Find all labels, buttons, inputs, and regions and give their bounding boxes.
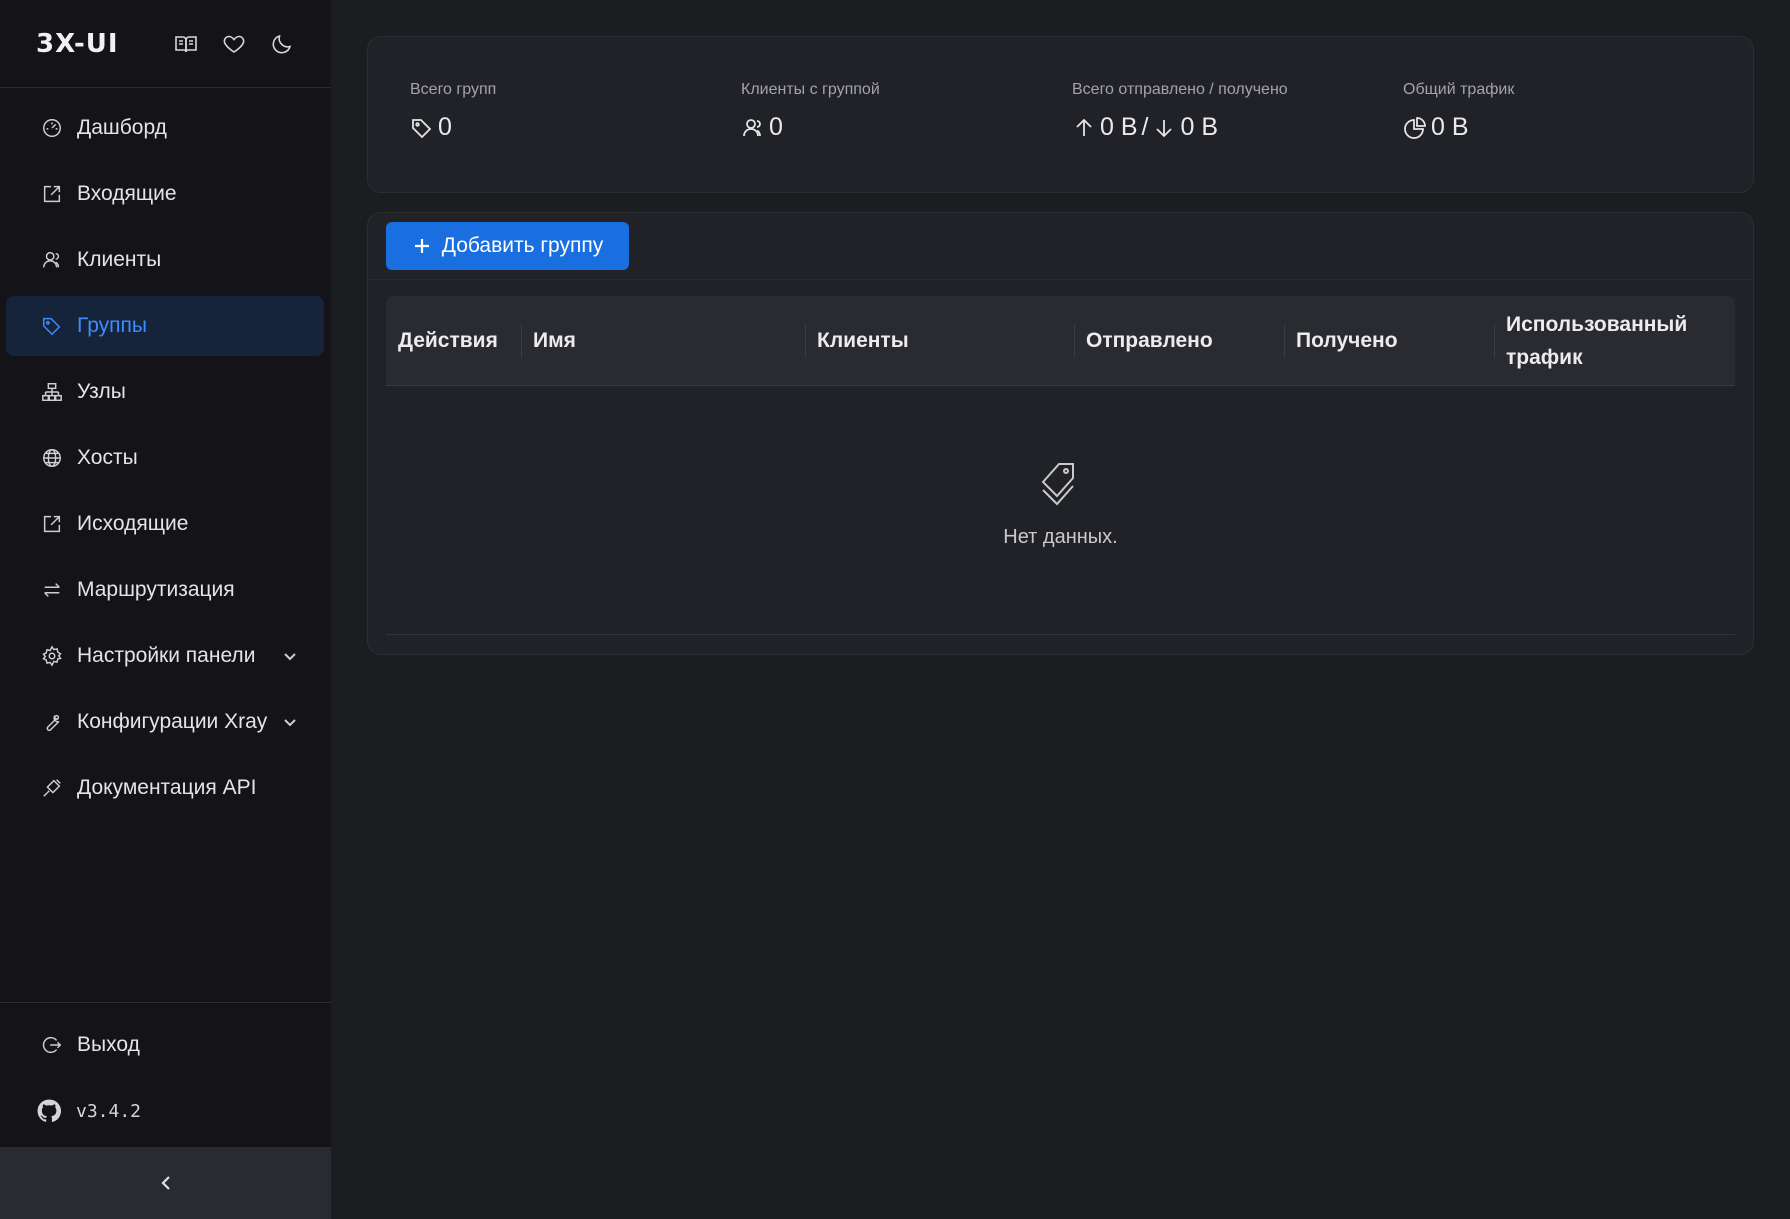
app-title: 3X-UI [36,28,119,59]
swap-icon [41,579,63,601]
tag-icon [41,315,63,337]
sidebar-item-xray-config[interactable]: Конфигурации Xray [6,692,324,752]
sidebar-item-hosts[interactable]: Хосты [6,428,324,488]
sidebar-item-inbounds[interactable]: Входящие [6,164,324,224]
stat-total-groups: Всего групп 0 [410,81,741,192]
sidebar-nav: Дашборд Входящие Клиенты Группы Узлы Хос… [0,88,331,1002]
sidebar-item-label: Маршрутизация [77,578,235,601]
stat-label: Клиенты с группой [741,81,880,98]
arrow-down-icon [1156,119,1173,137]
stat-value: 0 [438,113,452,141]
outbound-icon [41,513,63,535]
sidebar-item-label: Группы [77,314,147,337]
sidebar-item-api-docs[interactable]: Документация API [6,758,324,818]
chevron-down-icon[interactable] [282,646,298,662]
sidebar-item-label: Хосты [77,446,138,469]
sidebar-item-panel-settings[interactable]: Настройки панели [6,626,324,686]
stat-value-row: 0 [410,113,741,142]
users-icon [41,249,63,271]
stat-value-row: 0 [741,113,1072,142]
empty-state: Нет данных. [386,386,1735,635]
sidebar-item-dashboard[interactable]: Дашборд [6,98,324,158]
groups-table: Действия Имя Клиенты Отправлено Получено… [386,296,1735,635]
app: 3X-UI Дашборд Входящие Клиенты Группы Уз… [0,0,1790,1219]
globe-icon [41,447,63,469]
sidebar-item-label: Входящие [77,182,177,205]
sidebar-item-label: Дашборд [77,116,167,139]
sidebar-item-routing[interactable]: Маршрутизация [6,560,324,620]
sidebar-item-nodes[interactable]: Узлы [6,362,324,422]
gear-icon [41,645,63,667]
users-icon [743,118,761,136]
sidebar-item-label: Документация API [77,776,257,799]
groups-card: Добавить группу Действия Имя Клиенты Отп… [367,212,1754,655]
column-header-clients[interactable]: Клиенты [805,324,1074,357]
collapse-sidebar-button[interactable] [0,1147,331,1219]
column-header-name[interactable]: Имя [521,324,805,357]
stat-value: 0 B [1431,113,1469,141]
chevron-left-icon [160,1176,170,1190]
github-icon [37,1099,62,1122]
separator: / [1141,113,1149,141]
version-label: v3.4.2 [76,1100,142,1122]
table-header: Действия Имя Клиенты Отправлено Получено… [386,296,1735,386]
groups-toolbar: Добавить группу [368,213,1753,280]
sent-value: 0 B [1100,113,1138,141]
sidebar-item-outbounds[interactable]: Исходящие [6,494,324,554]
inbound-icon [41,183,63,205]
sidebar-item-clients[interactable]: Клиенты [6,230,324,290]
sidebar-item-label: Конфигурации Xray [77,710,268,733]
sidebar: 3X-UI Дашборд Входящие Клиенты Группы Уз… [0,0,331,1219]
column-header-sent[interactable]: Отправлено [1074,324,1284,357]
plus-icon [414,239,429,253]
empty-text: Нет данных. [1003,526,1118,548]
sidebar-item-label: Настройки панели [77,644,256,667]
stats-card: Всего групп 0 Клиенты с группой 0 Всего … [367,36,1754,193]
stat-value: 0 [769,113,783,141]
sidebar-item-label: Узлы [77,380,126,403]
stat-value-row: 0 B [1403,113,1734,142]
sidebar-item-label: Исходящие [77,512,189,535]
heart-icon[interactable] [222,32,246,56]
arrow-up-icon [1076,118,1092,136]
column-header-actions[interactable]: Действия [386,324,521,357]
stat-value-row: 0 B / 0 B [1072,113,1403,142]
sidebar-footer: Выход v3.4.2 [0,1002,331,1219]
api-icon [41,777,63,799]
chevron-down-icon[interactable] [282,712,298,728]
tag-icon [412,118,432,138]
brand-header: 3X-UI [0,0,331,88]
sidebar-item-label: Клиенты [77,248,162,271]
logout-button[interactable]: Выход [6,1015,324,1075]
moon-icon[interactable] [270,32,294,56]
logout-label: Выход [77,1033,140,1056]
header-icons [174,32,294,56]
stat-label: Всего групп [410,81,497,98]
pie-chart-icon [1404,116,1426,139]
wrench-icon [41,711,63,733]
sidebar-item-groups[interactable]: Группы [6,296,324,356]
main-content: Всего групп 0 Клиенты с группой 0 Всего … [331,0,1790,1219]
dashboard-icon [41,117,63,139]
stat-total-traffic: Общий трафик 0 B [1403,81,1734,192]
version-link[interactable]: v3.4.2 [0,1075,331,1147]
stat-label: Всего отправлено / получено [1072,81,1288,98]
column-header-used-traffic[interactable]: Использованный трафик [1494,308,1687,374]
received-value: 0 B [1180,113,1219,141]
add-group-label: Добавить группу [441,234,604,257]
tag-icon [1041,463,1074,506]
book-icon[interactable] [174,32,198,56]
stat-label: Общий трафик [1403,81,1515,98]
logout-icon [41,1034,63,1056]
stat-sent-received: Всего отправлено / получено 0 B / 0 B [1072,81,1403,192]
nodes-icon [41,381,63,403]
add-group-button[interactable]: Добавить группу [386,222,629,270]
stat-clients-with-group: Клиенты с группой 0 [741,81,1072,192]
column-header-received[interactable]: Получено [1284,324,1494,357]
